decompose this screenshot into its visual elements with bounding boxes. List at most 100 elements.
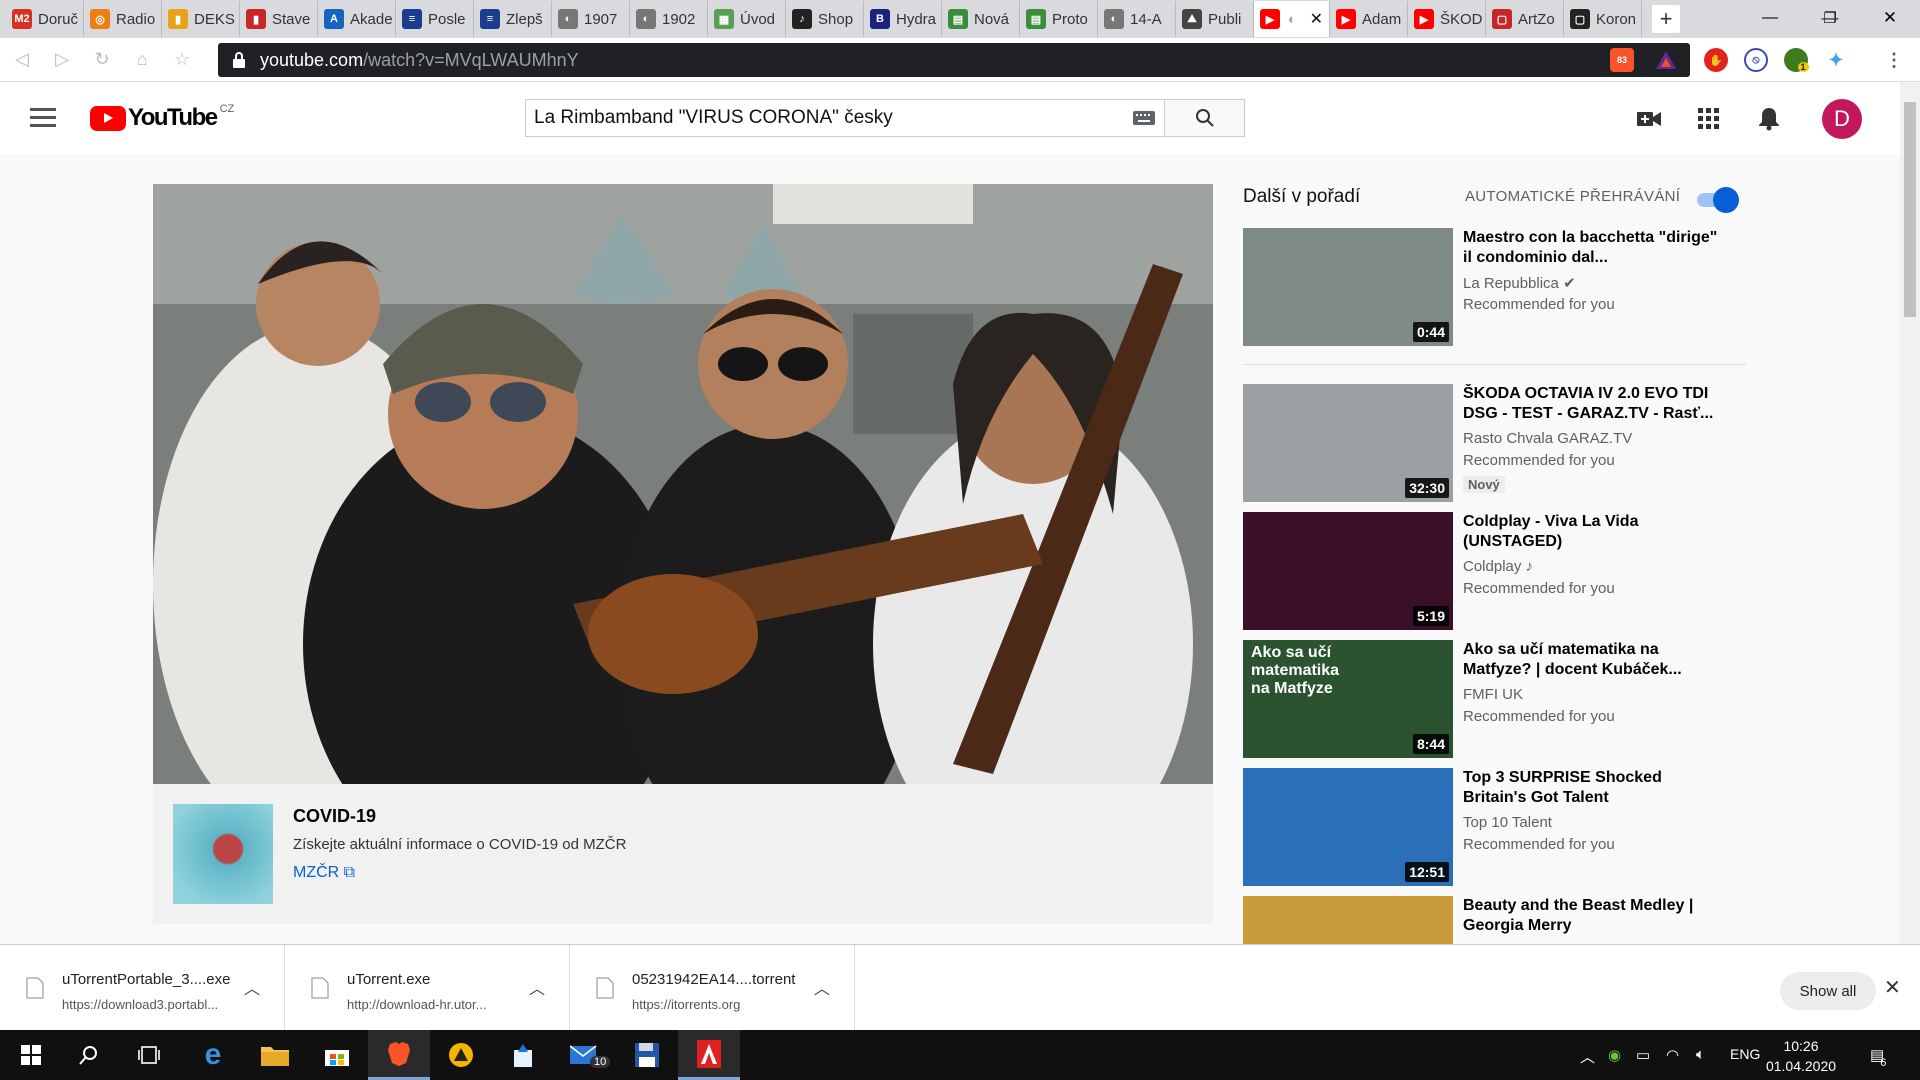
channel-name[interactable]: La Repubblica ✔ — [1463, 274, 1576, 292]
battery-icon[interactable]: ▭ — [1636, 1046, 1650, 1064]
avatar[interactable]: D — [1822, 99, 1862, 139]
search-input[interactable] — [526, 100, 1124, 136]
bookmark-icon[interactable]: ☆ — [164, 42, 200, 78]
channel-name[interactable]: FMFI UK — [1463, 686, 1523, 703]
url-bar[interactable]: youtube.com/watch?v=MVqLWAUMhnY — [218, 43, 1690, 77]
close-tab-icon[interactable]: ✕ — [1310, 9, 1323, 29]
keyboard-icon[interactable] — [1124, 100, 1164, 136]
channel-name[interactable]: Top 10 Talent — [1463, 814, 1552, 831]
minimize-icon[interactable]: — — [1740, 0, 1800, 36]
save-disk-icon[interactable] — [616, 1030, 678, 1080]
chevron-up-icon[interactable]: ︿ — [814, 975, 830, 999]
video-thumbnail[interactable]: 12:51 — [1243, 768, 1453, 886]
youtube-logo[interactable]: YouTube CZ — [90, 103, 234, 132]
edge-icon[interactable]: e — [182, 1030, 244, 1080]
browser-tab[interactable]: ▢ ArtZo — [1486, 1, 1564, 37]
video-title[interactable]: Coldplay - Viva La Vida (UNSTAGED) — [1463, 512, 1723, 552]
video-thumbnail[interactable]: 5:19 — [1243, 512, 1453, 630]
brave-rewards-icon[interactable] — [1654, 48, 1678, 72]
notifications-bell-icon[interactable] — [1756, 106, 1782, 132]
minimize-button[interactable]: — — [1800, 0, 1860, 36]
browser-tab[interactable]: ▶ ŠKOD — [1408, 1, 1486, 37]
close-window-icon[interactable]: ✕ — [1860, 0, 1920, 36]
video-title[interactable]: Ako sa učí matematika na Matfyze? | doce… — [1463, 640, 1723, 680]
adblock-icon[interactable]: ✋ — [1704, 48, 1728, 72]
browser-tab[interactable]: ▤ Nová — [942, 1, 1020, 37]
video-title[interactable]: ŠKODA OCTAVIA IV 2.0 EVO TDI DSG - TEST … — [1463, 384, 1723, 424]
new-tab-button[interactable]: + — [1652, 5, 1680, 33]
volume-icon[interactable]: 🔈︎ — [1696, 1046, 1705, 1063]
close-icon[interactable]: ✕ — [1884, 975, 1901, 1000]
recommended-video[interactable]: 32:30 ŠKODA OCTAVIA IV 2.0 EVO TDI DSG - … — [1243, 384, 1763, 502]
channel-name[interactable]: Rasto Chvala GARAZ.TV — [1463, 430, 1632, 447]
acrobat-icon[interactable] — [678, 1030, 740, 1080]
browser-tab[interactable]: ◐ 14-A — [1098, 1, 1176, 37]
file-explorer-icon[interactable] — [244, 1030, 306, 1080]
browser-tab[interactable]: M2 Doruč — [6, 1, 84, 37]
video-thumbnail[interactable]: 0:44 — [1243, 228, 1453, 346]
windows-start-icon[interactable] — [0, 1030, 62, 1080]
browser-tab[interactable]: B Hydra — [864, 1, 942, 37]
browser-tab[interactable]: ◐ 1902 — [630, 1, 708, 37]
network-app-icon[interactable]: ◉ — [1608, 1046, 1621, 1064]
apps-grid-icon[interactable] — [1696, 106, 1722, 132]
store-icon[interactable] — [306, 1030, 368, 1080]
back-icon[interactable]: ◁ — [4, 42, 40, 78]
browser-tab[interactable]: ▤ Proto — [1020, 1, 1098, 37]
browser-tab[interactable]: ▮ DEKS — [162, 1, 240, 37]
video-title[interactable]: Maestro con la bacchetta "dirige" il con… — [1463, 228, 1723, 268]
browser-tab[interactable]: ≡ Zlepš — [474, 1, 552, 37]
browser-tab[interactable]: ◎ Radio — [84, 1, 162, 37]
hamburger-menu-icon[interactable] — [30, 108, 56, 128]
show-all-button[interactable]: Show all — [1780, 972, 1876, 1010]
home-icon[interactable]: ⌂ — [124, 42, 160, 78]
chevron-up-icon[interactable]: ︿ — [529, 975, 545, 999]
brave-taskbar-icon[interactable] — [368, 1030, 430, 1080]
kebab-menu-icon[interactable]: ⋮ — [1882, 48, 1906, 72]
app-store-bag-icon[interactable] — [492, 1030, 554, 1080]
browser-tab[interactable]: ◐ 1907 — [552, 1, 630, 37]
notifications-icon[interactable]: ▤6 — [1870, 1046, 1890, 1069]
clock[interactable]: 10:26 01.04.2020 — [1756, 1036, 1846, 1076]
page-scrollbar[interactable] — [1900, 82, 1920, 944]
chevron-up-icon[interactable]: ︿ — [244, 975, 260, 999]
block-icon[interactable]: ⦸ — [1744, 48, 1768, 72]
download-item[interactable]: uTorrentPortable_3....exe https://downloa… — [0, 945, 285, 1031]
browser-tab[interactable]: ▦ Úvod — [708, 1, 786, 37]
browser-tab[interactable]: ≡ Posle — [396, 1, 474, 37]
recommended-video[interactable]: Ako sa učí matematika na Matfyze 8:44 Ako … — [1243, 640, 1763, 758]
channel-name[interactable]: Coldplay ♪ — [1463, 558, 1533, 575]
search-button[interactable] — [1164, 100, 1244, 136]
scrollbar-thumb[interactable] — [1904, 102, 1916, 317]
wifi-icon[interactable]: ◠ — [1666, 1046, 1679, 1064]
video-player[interactable] — [153, 184, 1213, 784]
chevron-up-icon[interactable]: ︿ — [1580, 1046, 1595, 1067]
forward-icon[interactable]: ▷ — [44, 42, 80, 78]
recommended-video[interactable]: 12:51 Top 3 SURPRISE Shocked Britain's Go… — [1243, 768, 1763, 886]
puzzle-icon[interactable]: ✦ — [1824, 48, 1848, 72]
browser-tab[interactable]: ⛰ Publi — [1176, 1, 1254, 37]
recommended-video[interactable]: 0:44 Maestro con la bacchetta "dirige" il… — [1243, 228, 1763, 346]
brave-shield-icon[interactable]: 83 — [1610, 48, 1634, 72]
download-item[interactable]: uTorrent.exe http://download-hr.utor... ︿ — [285, 945, 570, 1031]
info-panel-link[interactable]: MZČR ⧉ — [293, 864, 355, 882]
browser-tab[interactable]: A Akade — [318, 1, 396, 37]
task-view-icon[interactable] — [118, 1030, 180, 1080]
recommended-video[interactable]: 5:19 Coldplay - Viva La Vida (UNSTAGED) Co… — [1243, 512, 1763, 630]
video-thumbnail[interactable]: Ako sa učí matematika na Matfyze 8:44 — [1243, 640, 1453, 758]
mail-icon[interactable]: 10 — [554, 1030, 616, 1080]
app-triangle-icon[interactable] — [430, 1030, 492, 1080]
browser-tab-active[interactable]: ▶ ◖ ✕ — [1254, 1, 1330, 37]
extension-globe-icon[interactable]: 1 — [1784, 48, 1809, 72]
browser-tab[interactable]: ▶ Adam — [1330, 1, 1408, 37]
browser-tab[interactable]: ▮ Stave — [240, 1, 318, 37]
reload-icon[interactable]: ↻ — [84, 42, 120, 78]
video-thumbnail[interactable]: 32:30 — [1243, 384, 1453, 502]
download-item[interactable]: 05231942EA14....torrent https://itorrents… — [570, 945, 855, 1031]
video-title[interactable]: Beauty and the Beast Medley | Georgia Me… — [1463, 896, 1723, 936]
browser-tab[interactable]: ♪ Shop — [786, 1, 864, 37]
video-title[interactable]: Top 3 SURPRISE Shocked Britain's Got Tal… — [1463, 768, 1723, 808]
search-icon[interactable] — [58, 1030, 120, 1080]
browser-tab[interactable]: ▢ Koron — [1564, 1, 1642, 37]
autoplay-toggle[interactable] — [1693, 186, 1739, 213]
